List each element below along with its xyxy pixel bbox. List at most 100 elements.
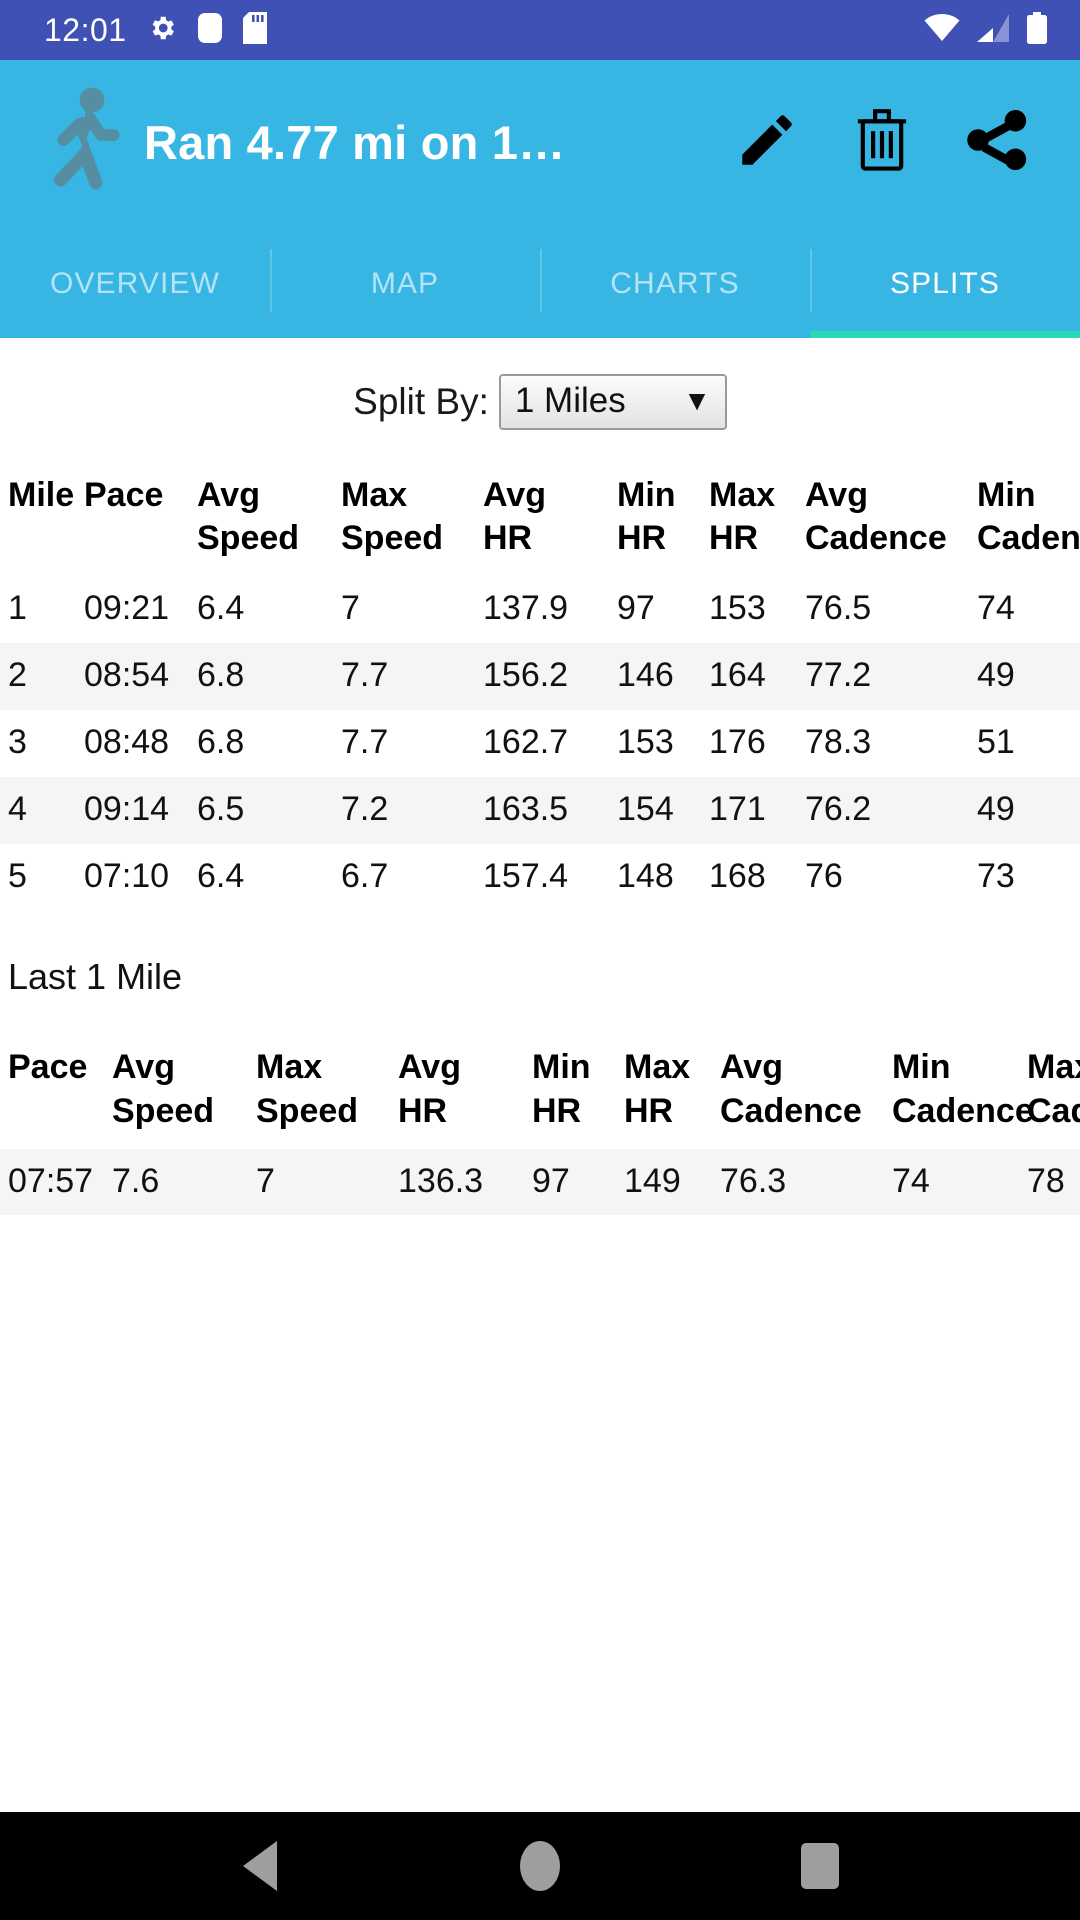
last-mile-table-wrap: Pace Avg Speed Max Speed Avg HR Min HR M… — [0, 1032, 1080, 1216]
delete-button[interactable] — [824, 85, 939, 200]
cell-avg-cadence: 78.3 — [805, 722, 872, 761]
table-row[interactable]: 5 07:10 6.4 6.7 157.4 148 168 76 73 — [0, 844, 1080, 911]
table-row[interactable]: 3 08:48 6.8 7.7 162.7 153 176 78.3 51 — [0, 710, 1080, 777]
col-header-avg-speed: Avg Speed — [197, 460, 341, 576]
cell-avg-speed: 6.4 — [197, 856, 245, 895]
col-header-line2: Cadence — [892, 1091, 1034, 1130]
col-header-min-cadence: Min Cadence — [892, 1032, 1034, 1148]
nav-home-button[interactable] — [485, 1812, 595, 1920]
cell-pace: 08:54 — [84, 656, 170, 695]
last-mile-table: Pace Avg Speed Max Speed Avg HR Min HR M… — [0, 1032, 1080, 1216]
cell-max-hr: 153 — [709, 589, 766, 628]
status-bar-right — [924, 11, 1058, 49]
cell-avg-hr: 163.5 — [483, 789, 569, 828]
cell-pace: 07:10 — [84, 856, 170, 895]
col-header-line2: HR — [617, 519, 667, 558]
table-row[interactable]: 2 08:54 6.8 7.7 156.2 146 164 77.2 49 — [0, 643, 1080, 710]
cell-max-hr: 164 — [709, 656, 766, 695]
col-header-max-speed: Max Speed — [256, 1032, 398, 1148]
trash-icon — [852, 108, 912, 177]
cell-avg-hr: 157.4 — [483, 856, 569, 895]
col-header-max-hr: Max HR — [709, 460, 805, 576]
cell-avg-hr: 156.2 — [483, 656, 569, 695]
col-header-max-speed: Max Speed — [341, 460, 483, 576]
cell-min-cadence: 49 — [977, 656, 1015, 695]
col-header-line2: HR — [483, 519, 533, 558]
col-header-line1: Avg — [805, 476, 868, 514]
col-header-line1: Avg — [720, 1048, 783, 1087]
nav-back-button[interactable] — [205, 1812, 315, 1920]
col-header-avg-cadence: Avg Cadence — [805, 460, 977, 576]
tab-splits[interactable]: SPLITS — [810, 225, 1080, 338]
cell-pace: 09:14 — [84, 789, 170, 828]
cell-max-hr: 171 — [709, 789, 766, 828]
col-header-max-hr: Max HR — [624, 1032, 720, 1148]
cell-avg-speed: 6.8 — [197, 656, 245, 695]
cell-max-speed: 7.7 — [341, 656, 389, 695]
tab-splits-label: SPLITS — [890, 266, 1000, 300]
col-header-min-hr: Min HR — [532, 1032, 624, 1148]
col-header-line2: Speed — [197, 519, 300, 558]
splits-table-head: Mile Pace Avg Speed Max Speed Avg HR Min… — [0, 460, 1080, 576]
cell-mile: 1 — [8, 589, 27, 628]
col-header-pace: Pace — [0, 1032, 112, 1148]
sd-card-icon — [242, 11, 267, 49]
col-header-line1: Max — [256, 1048, 323, 1087]
cell-avg-cadence: 76.3 — [720, 1161, 787, 1200]
share-button[interactable] — [939, 85, 1054, 200]
col-header-line1: Avg — [483, 476, 546, 514]
android-nav-bar — [0, 1812, 1080, 1920]
cell-max-speed: 6.7 — [341, 856, 389, 895]
cell-max-speed: 7 — [341, 589, 360, 628]
col-header-line1: Min — [617, 476, 676, 514]
col-header-line2: HR — [398, 1091, 448, 1130]
tab-charts[interactable]: CHARTS — [540, 225, 810, 338]
col-header-line1: Max — [341, 476, 408, 514]
circle-home-icon — [520, 1841, 560, 1891]
col-header-max-cadence: Max Cadence — [1027, 1032, 1080, 1148]
page-title: Ran 4.77 mi on 1… — [144, 116, 566, 169]
col-header-line1: Avg — [197, 476, 260, 514]
col-header-avg-cadence: Avg Cadence — [720, 1032, 892, 1148]
cell-avg-speed: 6.8 — [197, 722, 245, 761]
splits-table-body: 1 09:21 6.4 7 137.9 97 153 76.5 74 2 08:… — [0, 576, 1080, 910]
cell-max-speed: 7.7 — [341, 722, 389, 761]
cell-max-hr: 149 — [624, 1161, 681, 1200]
cell-avg-cadence: 77.2 — [805, 656, 872, 695]
col-header-line2: Speed — [256, 1091, 359, 1130]
col-header-line1: Min — [977, 476, 1036, 514]
col-header-min-hr: Min HR — [617, 460, 709, 576]
last-mile-table-body: 07:57 7.6 7 136.3 97 149 76.3 74 78 — [0, 1148, 1080, 1216]
cell-avg-speed: 6.5 — [197, 789, 245, 828]
edit-button[interactable] — [709, 85, 824, 200]
pencil-icon — [734, 107, 800, 178]
split-by-row: Split By: 1 Miles ▼ — [0, 338, 1080, 460]
tab-overview[interactable]: OVERVIEW — [0, 225, 270, 338]
cell-min-hr: 153 — [617, 722, 674, 761]
status-bar-clock: 12:01 — [44, 11, 127, 48]
table-row[interactable]: 4 09:14 6.5 7.2 163.5 154 171 76.2 49 — [0, 776, 1080, 844]
cell-pace: 08:48 — [84, 722, 170, 761]
cell-avg-hr: 162.7 — [483, 722, 569, 761]
col-header-avg-hr: Avg HR — [483, 460, 617, 576]
cell-avg-cadence: 76 — [805, 856, 843, 895]
split-by-value: 1 Miles — [514, 381, 626, 420]
table-row[interactable]: 1 09:21 6.4 7 137.9 97 153 76.5 74 — [0, 576, 1080, 643]
cell-max-hr: 176 — [709, 722, 766, 761]
split-by-select[interactable]: 1 Miles ▼ — [498, 374, 727, 430]
col-header-line1: Avg — [112, 1048, 175, 1087]
cell-min-hr: 146 — [617, 656, 674, 695]
col-header-line1: Pace — [8, 1048, 88, 1087]
tab-map-label: MAP — [370, 266, 440, 300]
cell-min-hr: 97 — [532, 1161, 570, 1200]
triangle-back-icon — [243, 1841, 277, 1891]
table-row[interactable]: 07:57 7.6 7 136.3 97 149 76.3 74 78 — [0, 1148, 1080, 1216]
cell-min-cadence: 73 — [977, 856, 1015, 895]
tab-bar: OVERVIEW MAP CHARTS SPLITS — [0, 225, 1080, 338]
splits-table-wrap: Mile Pace Avg Speed Max Speed Avg HR Min… — [0, 460, 1080, 910]
tab-map[interactable]: MAP — [270, 225, 540, 338]
col-header-line1: Mile — [8, 476, 75, 514]
cell-min-cadence: 74 — [977, 589, 1015, 628]
nav-recents-button[interactable] — [765, 1812, 875, 1920]
col-header-min-cadence: Min Cadence — [977, 460, 1080, 576]
